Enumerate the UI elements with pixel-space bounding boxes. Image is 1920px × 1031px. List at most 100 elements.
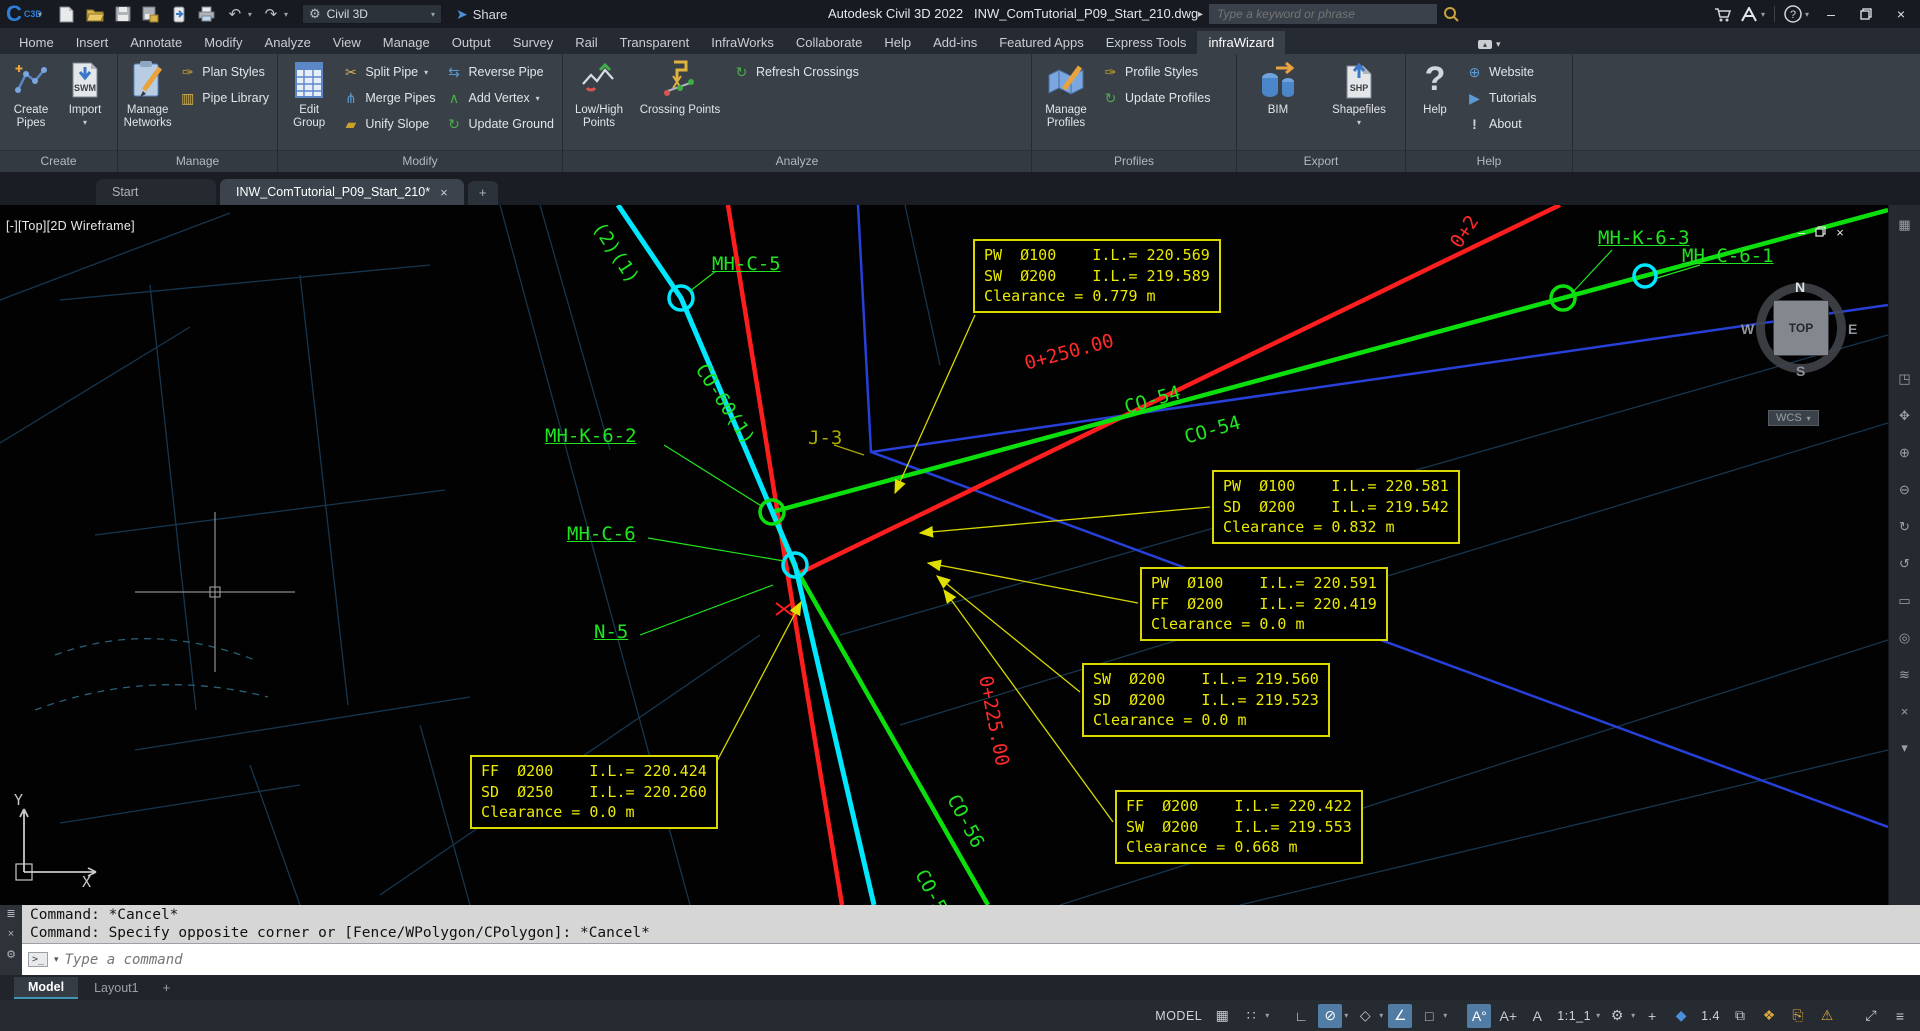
nav-close-icon[interactable]: × xyxy=(1901,704,1909,719)
nav-more-icon[interactable]: ▾ xyxy=(1901,740,1908,756)
pipe-library-button[interactable]: ▥Pipe Library xyxy=(174,85,274,111)
command-close-icon[interactable]: × xyxy=(8,928,14,940)
polar-caret-icon[interactable]: ▾ xyxy=(1344,1011,1348,1020)
object-snap-caret-icon[interactable]: ▾ xyxy=(1443,1011,1447,1020)
tab-rail[interactable]: Rail xyxy=(564,31,608,54)
annotation-scale-icon[interactable]: A xyxy=(1525,1004,1549,1028)
label-mh-c-6-1[interactable]: MH-C-6-1 xyxy=(1682,245,1774,267)
command-grip-icon[interactable]: ≣ xyxy=(6,907,15,920)
object-isolate-icon[interactable]: ⧉ xyxy=(1728,1004,1752,1028)
ortho-icon[interactable]: ∟ xyxy=(1289,1004,1313,1028)
viewport-minimize-icon[interactable]: – xyxy=(1798,225,1805,240)
tab-help[interactable]: Help xyxy=(873,31,922,54)
panel-label-profiles[interactable]: Profiles xyxy=(1032,150,1236,172)
cart-icon[interactable] xyxy=(1714,7,1731,22)
transfer-icon[interactable] xyxy=(170,5,188,23)
label-mh-c-5[interactable]: MH-C-5 xyxy=(712,253,781,275)
unify-slope-button[interactable]: ▰Unify Slope xyxy=(337,111,440,137)
help-caret-icon[interactable]: ▾ xyxy=(1805,10,1809,19)
plot-icon[interactable] xyxy=(198,5,216,23)
shapefiles-button[interactable]: SHP Shapefiles ▾ xyxy=(1326,57,1392,129)
grid-icon[interactable]: ▦ xyxy=(1210,1004,1234,1028)
callout-pw-ff-crossing[interactable]: PW Ø100 I.L.= 220.591FF Ø200 I.L.= 220.4… xyxy=(1140,567,1388,641)
undo-icon[interactable]: ↶ xyxy=(226,5,244,23)
autodesk-docs-icon[interactable]: ❖ xyxy=(1757,1004,1781,1028)
tab-collaborate[interactable]: Collaborate xyxy=(785,31,874,54)
new-file-icon[interactable] xyxy=(58,5,76,23)
tutorials-button[interactable]: ▶Tutorials xyxy=(1461,85,1541,111)
viewport-controls[interactable]: [-][Top][2D Wireframe] xyxy=(6,219,135,233)
drawing-canvas[interactable]: [-][Top][2D Wireframe] – × MH-C-5 (2)(1)… xyxy=(0,205,1888,905)
nav-steering-wheel-icon[interactable]: ◎ xyxy=(1899,630,1910,646)
update-ground-button[interactable]: ↻Update Ground xyxy=(441,111,559,137)
nav-zoom-in-icon[interactable]: ⊕ xyxy=(1899,445,1910,461)
panel-label-export[interactable]: Export xyxy=(1237,150,1405,172)
about-button[interactable]: !About xyxy=(1461,111,1541,137)
nav-window-icon[interactable]: ▭ xyxy=(1898,593,1910,609)
split-pipe-button[interactable]: ✂Split Pipe▾ xyxy=(337,59,440,85)
help-button[interactable]: ? Help xyxy=(1409,57,1461,119)
viewcube-south[interactable]: S xyxy=(1796,363,1805,379)
annotation-visibility-icon[interactable]: A° xyxy=(1467,1004,1491,1028)
layout-tab-layout1[interactable]: Layout1 xyxy=(80,978,152,998)
customization-icon[interactable]: ≡ xyxy=(1888,1004,1912,1028)
tab-annotate[interactable]: Annotate xyxy=(119,31,193,54)
panel-label-analyze[interactable]: Analyze xyxy=(563,150,1031,172)
tab-modify[interactable]: Modify xyxy=(193,31,253,54)
undo-caret-icon[interactable]: ▾ xyxy=(248,10,252,19)
nav-orbit-ccw-icon[interactable]: ↺ xyxy=(1899,556,1910,572)
nav-viewcube-home-icon[interactable]: ◳ xyxy=(1898,371,1910,387)
units-icon[interactable]: ◆ xyxy=(1669,1004,1693,1028)
isometric-drafting-icon[interactable]: ◇ xyxy=(1353,1004,1377,1028)
label-mh-k-6-3[interactable]: MH-K-6-3 xyxy=(1598,227,1690,249)
reverse-pipe-button[interactable]: ⇆Reverse Pipe xyxy=(441,59,559,85)
autodesk-account-icon[interactable] xyxy=(1740,7,1758,22)
profile-styles-button[interactable]: ✑Profile Styles xyxy=(1097,59,1215,85)
label-n-5[interactable]: N-5 xyxy=(594,621,628,643)
tab-output[interactable]: Output xyxy=(441,31,502,54)
panel-label-manage[interactable]: Manage xyxy=(118,150,277,172)
redo-icon[interactable]: ↷ xyxy=(262,5,280,23)
create-pipes-button[interactable]: Create Pipes xyxy=(3,57,59,132)
tab-infraworks[interactable]: InfraWorks xyxy=(700,31,785,54)
viewcube-top-face[interactable]: TOP xyxy=(1773,300,1829,356)
add-vertex-button[interactable]: ∧Add Vertex▾ xyxy=(441,85,559,111)
search-input[interactable] xyxy=(1209,4,1437,24)
wcs-dropdown[interactable]: WCS▾ xyxy=(1768,410,1819,426)
label-mh-c-6[interactable]: MH-C-6 xyxy=(567,523,636,545)
doc-tab-close-icon[interactable]: × xyxy=(440,185,448,200)
save-icon[interactable] xyxy=(114,5,132,23)
tab-transparent[interactable]: Transparent xyxy=(609,31,701,54)
snap-caret-icon[interactable]: ▾ xyxy=(1265,1011,1269,1020)
isometric-caret-icon[interactable]: ▾ xyxy=(1379,1011,1383,1020)
graphics-performance-icon[interactable]: ⚠ xyxy=(1815,1004,1839,1028)
ribbon-display-toggle[interactable]: ▴▾ xyxy=(1478,39,1501,50)
viewport-close-icon[interactable]: × xyxy=(1836,225,1844,240)
share-button[interactable]: ➤ Share xyxy=(456,6,507,23)
command-tools-icon[interactable]: ⚙ xyxy=(6,948,16,961)
new-layout-button[interactable]: + xyxy=(155,980,179,995)
doc-tab-start[interactable]: Start xyxy=(96,179,216,205)
clean-screen-icon[interactable]: ⤢ xyxy=(1859,1004,1883,1028)
doc-tab-active[interactable]: INW_ComTutorial_P09_Start_210* × xyxy=(220,179,464,205)
label-j-3[interactable]: J-3 xyxy=(808,427,842,449)
update-profiles-button[interactable]: ↻Update Profiles xyxy=(1097,85,1215,111)
restore-button[interactable] xyxy=(1853,3,1879,25)
workspace-switch-caret-icon[interactable]: ▾ xyxy=(1631,1011,1635,1020)
callout-sw-sd-crossing[interactable]: SW Ø200 I.L.= 219.560SD Ø200 I.L.= 219.5… xyxy=(1082,663,1330,737)
command-input[interactable] xyxy=(65,952,1920,968)
merge-pipes-button[interactable]: ⋔Merge Pipes xyxy=(337,85,440,111)
crossing-points-button[interactable]: Crossing Points xyxy=(632,57,728,119)
viewport-restore-icon[interactable] xyxy=(1815,225,1826,240)
panel-label-modify[interactable]: Modify xyxy=(278,150,562,172)
viewcube-east[interactable]: E xyxy=(1848,321,1857,337)
save-as-icon[interactable] xyxy=(142,5,160,23)
polar-tracking-icon[interactable]: ⊘ xyxy=(1318,1004,1342,1028)
search-expand-icon[interactable]: ▸ xyxy=(1198,9,1203,20)
tab-addins[interactable]: Add-ins xyxy=(922,31,988,54)
panel-label-create[interactable]: Create xyxy=(0,150,117,172)
account-caret-icon[interactable]: ▾ xyxy=(1761,10,1765,19)
command-recent-caret-icon[interactable]: ▾ xyxy=(54,954,59,965)
nav-grid-icon[interactable]: ▦ xyxy=(1898,217,1910,233)
callout-pw-sd-crossing[interactable]: PW Ø100 I.L.= 220.581SD Ø200 I.L.= 219.5… xyxy=(1212,470,1460,544)
